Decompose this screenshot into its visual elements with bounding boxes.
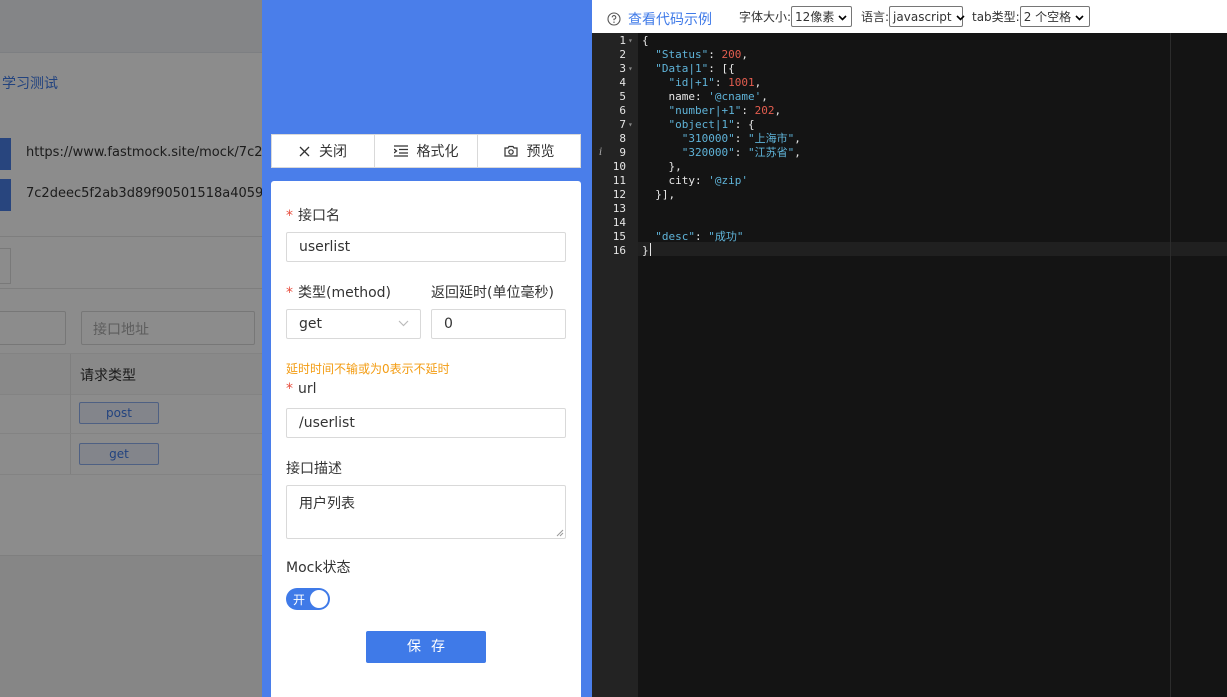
name-input[interactable]: userlist [286,232,566,262]
delay-label: 返回延时(单位毫秒) [431,285,554,301]
delay-input[interactable]: 0 [431,309,566,339]
line-number: 4 [619,76,626,89]
code-line: city: '@zip' [642,174,748,187]
required-mark: * [286,285,293,301]
description-label: 接口描述 [286,461,342,477]
line-number: 6 [619,104,626,117]
delay-hint: 延时时间不输或为0表示不延时 [286,362,450,376]
method-select[interactable]: get [286,309,421,339]
url-value: /userlist [299,415,355,431]
code-line: "320000": "江苏省", [681,146,801,159]
line-number: 8 [619,132,626,145]
format-label: 格式化 [416,144,459,160]
font-size-label: 字体大小: [739,10,792,24]
code-line: "number|+1": 202, [668,104,782,117]
code-line: }], [642,188,676,201]
mock-status-label: Mock状态 [286,560,351,576]
line-number: 12 [612,188,626,201]
code-editor[interactable]: 1 ▾ 2 3 ▾ 4 5 6 7 ▾ 8 9 i 10 11 12 13 14 15 16 { "Status": … [592,33,1227,697]
required-mark: * [286,208,293,224]
interface-form: * 接口名 userlist * 类型(method) 返回延时(单位毫秒) get… [271,181,581,697]
close-label: 关闭 [319,144,347,160]
url-input[interactable]: /userlist [286,408,566,438]
tab-type-label: tab类型: [972,10,1020,24]
code-line: name: '@cname', [642,90,768,103]
language-label: 语言: [861,10,890,24]
code-line: "id|+1": 1001, [668,76,762,89]
tab-type-select[interactable]: 2 个空格 [1019,6,1090,27]
code-line: "Status": 200, [655,48,748,61]
camera-icon [503,145,518,157]
url-label: * url [286,381,317,397]
save-button[interactable]: 保存 [366,631,486,663]
format-icon [393,145,408,157]
code-line: "desc": "成功" [655,230,744,243]
editor-toolbar: 查看代码示例 字体大小: 12像素 语言: javascript tab类型: … [592,0,1227,33]
name-value: userlist [299,239,351,255]
language-control: 语言: javascript [861,6,965,27]
method-label: * 类型(method) [286,285,391,301]
line-number: 11 [612,174,626,187]
line-number: 15 [612,230,626,243]
active-line-highlight [638,242,1227,256]
chevron-down-icon [1075,14,1084,21]
code-line: }, [642,160,682,173]
view-code-example-link[interactable]: 查看代码示例 [607,9,712,29]
info-annotation-icon[interactable]: i [599,146,602,160]
chevron-down-icon [398,320,409,327]
chevron-down-icon [838,14,847,21]
help-icon [607,12,621,26]
line-number: 7 [619,118,626,131]
line-number: 9 [619,146,626,159]
print-margin [1170,33,1171,697]
delay-value: 0 [444,316,453,332]
name-label: * 接口名 [286,208,340,224]
method-value: get [299,316,322,332]
format-button[interactable]: 格式化 [375,135,478,167]
code-line: "Data|1": [{ [655,62,735,75]
toggle-text: 开 [293,593,306,607]
line-number: 10 [612,160,626,173]
text-cursor [650,243,651,256]
view-code-example-label: 查看代码示例 [628,12,712,28]
modal-overlay[interactable] [0,0,262,697]
preview-label: 预览 [526,144,555,160]
close-icon [299,146,310,156]
code-line: "310000": "上海市", [681,132,801,145]
tab-type-control: tab类型: 2 个空格 [972,6,1090,27]
close-button[interactable]: 关闭 [272,135,375,167]
chevron-down-icon [956,14,965,21]
code-line: } [642,244,649,257]
language-select[interactable]: javascript [889,6,965,27]
preview-button[interactable]: 预览 [478,135,580,167]
fold-toggle-icon[interactable]: ▾ [628,34,633,48]
code-line: "object|1": { [668,118,755,131]
fold-toggle-icon[interactable]: ▾ [628,62,633,76]
line-number: 3 [619,62,626,75]
line-number: 2 [619,48,626,61]
edit-drawer: 关闭 格式化 预览 * 接口名 userlist * 类型(method) 返回延时… [262,0,592,697]
font-size-control: 字体大小: 12像素 [739,6,853,27]
toggle-knob [310,590,328,608]
line-number: 1 [619,34,626,47]
font-size-select[interactable]: 12像素 [791,6,853,27]
resize-handle-icon[interactable] [556,529,564,537]
code-line: { [642,34,649,47]
drawer-toolbar: 关闭 格式化 预览 [271,134,581,168]
fold-toggle-icon[interactable]: ▾ [628,118,633,132]
line-number: 5 [619,90,626,103]
line-number: 14 [612,216,626,229]
line-number: 16 [612,244,626,257]
line-number: 13 [612,202,626,215]
mock-status-toggle[interactable]: 开 [286,588,330,610]
description-textarea[interactable]: 用户列表 [286,485,566,539]
required-mark: * [286,381,293,397]
description-value: 用户列表 [299,496,355,512]
